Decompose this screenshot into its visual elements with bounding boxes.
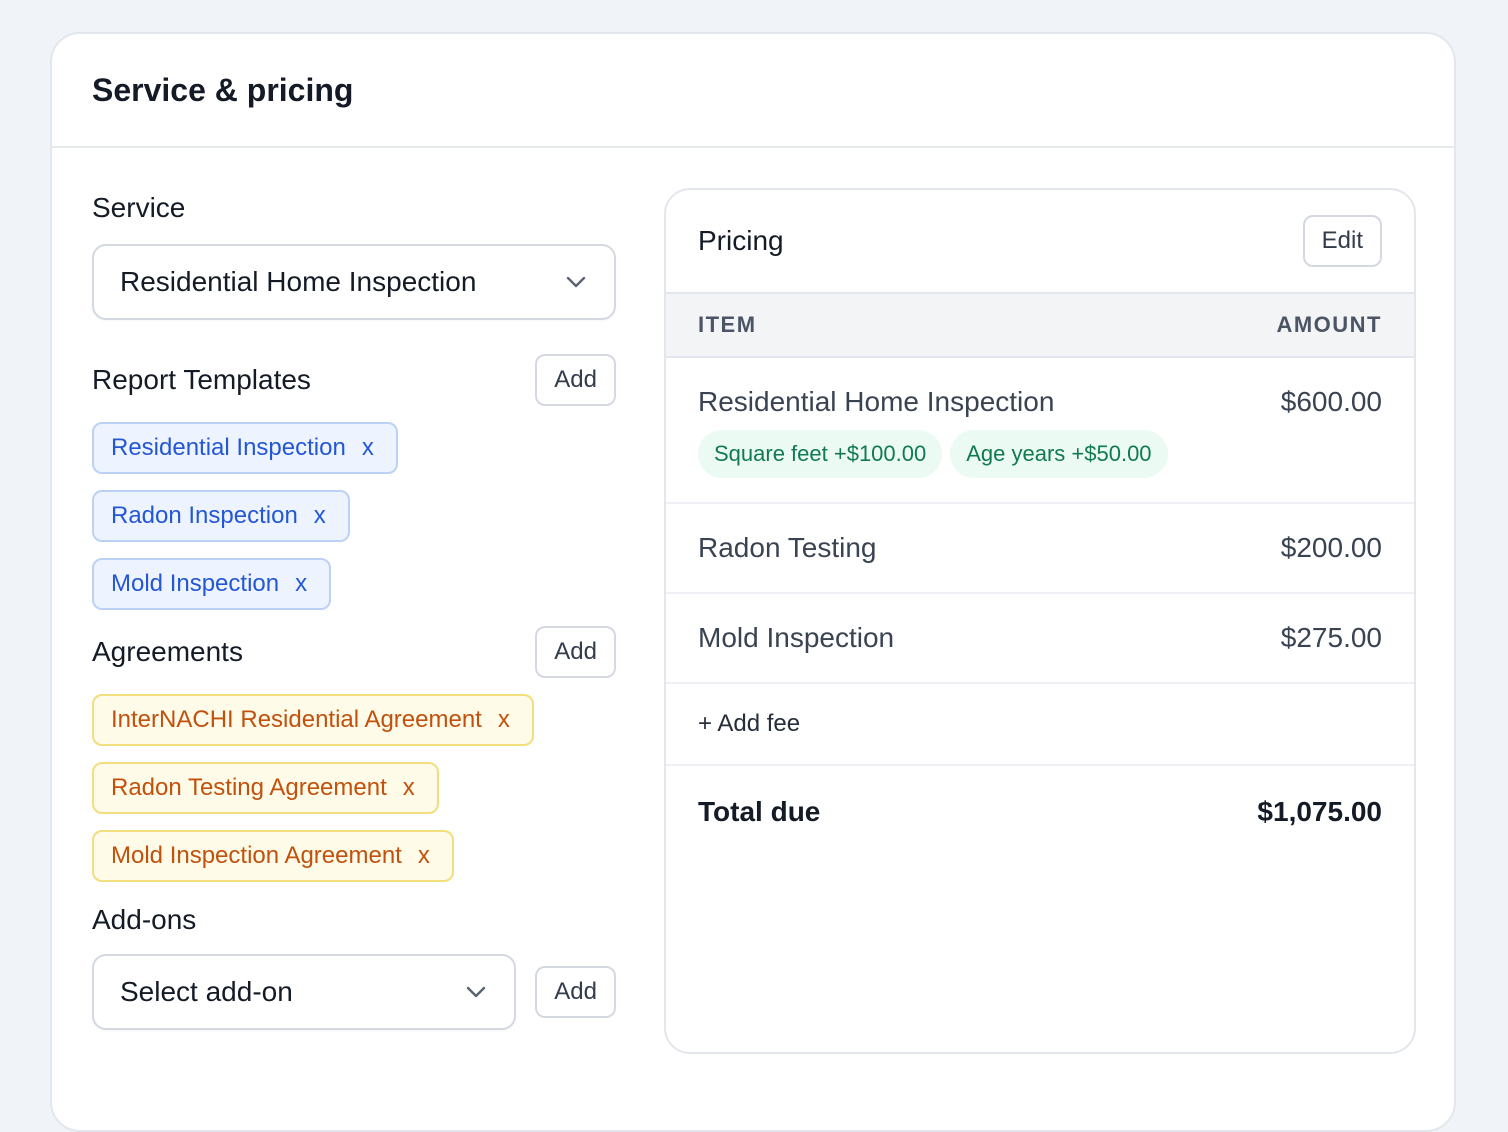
line-item-name: Mold Inspection: [698, 622, 895, 653]
addons-label: Add-ons: [92, 904, 197, 935]
pricing-panel: Pricing Edit ITEM AMOUNT Residential Hom…: [664, 188, 1416, 1054]
total-amount: $1,075.00: [1257, 796, 1382, 827]
left-column: Service Residential Home Inspection Repo…: [92, 192, 616, 1030]
report-template-chip: Residential Inspection x: [92, 422, 398, 474]
table-row: Residential Home Inspection Square feet …: [666, 358, 1414, 504]
remove-x-icon[interactable]: x: [295, 570, 307, 598]
remove-x-icon[interactable]: x: [314, 502, 326, 530]
addons-row: Select add-on Add: [92, 954, 616, 1030]
add-report-template-button[interactable]: Add: [535, 354, 616, 406]
table-row: Radon Testing $200.00: [666, 504, 1414, 594]
agreements-label: Agreements: [92, 636, 243, 667]
addon-select-placeholder: Select add-on: [120, 976, 293, 1007]
chip-label: Residential Inspection: [111, 434, 346, 461]
report-template-chip: Mold Inspection x: [92, 558, 332, 610]
report-templates-header: Report Templates Add: [92, 354, 616, 406]
add-agreement-button[interactable]: Add: [535, 626, 616, 678]
page-title: Service & pricing: [92, 71, 354, 108]
service-label: Service: [92, 192, 186, 223]
add-addon-button[interactable]: Add: [535, 966, 616, 1018]
line-item-name: Residential Home Inspection: [698, 386, 1055, 417]
remove-x-icon[interactable]: x: [403, 774, 415, 802]
addon-select[interactable]: Select add-on: [92, 954, 516, 1030]
agreement-chip: Mold Inspection Agreement x: [92, 830, 454, 882]
chip-label: InterNACHI Residential Agreement: [111, 706, 482, 733]
service-select-value: Residential Home Inspection: [120, 266, 477, 297]
agreement-list: InterNACHI Residential Agreement x Radon…: [92, 694, 616, 882]
pricing-title: Pricing: [698, 225, 784, 256]
add-fee-button[interactable]: + Add fee: [698, 710, 800, 738]
chevron-down-icon: [566, 272, 586, 292]
agreement-chip: Radon Testing Agreement x: [92, 762, 439, 814]
pricing-header: Pricing Edit: [666, 190, 1414, 292]
total-label: Total due: [698, 796, 821, 827]
remove-x-icon[interactable]: x: [418, 842, 430, 870]
column-header-item: ITEM: [698, 312, 757, 337]
report-template-list: Residential Inspection x Radon Inspectio…: [92, 422, 616, 610]
chip-label: Radon Testing Agreement: [111, 774, 387, 801]
service-select[interactable]: Residential Home Inspection: [92, 244, 616, 320]
report-template-chip: Radon Inspection x: [92, 490, 350, 542]
agreements-header: Agreements Add: [92, 626, 616, 678]
table-row: Mold Inspection $275.00: [666, 594, 1414, 684]
modifier-chip: Age years +$50.00: [950, 430, 1168, 478]
remove-x-icon[interactable]: x: [362, 434, 374, 462]
line-item-amount: $275.00: [1280, 622, 1382, 653]
service-pricing-card: Service & pricing Service Residential Ho…: [50, 32, 1456, 1132]
chevron-down-icon: [466, 982, 486, 1002]
line-item-name: Radon Testing: [698, 532, 877, 563]
edit-pricing-button[interactable]: Edit: [1302, 215, 1382, 267]
line-item-info: Residential Home Inspection Square feet …: [698, 386, 1176, 502]
agreement-chip: InterNACHI Residential Agreement x: [92, 694, 534, 746]
line-item-amount: $600.00: [1280, 386, 1382, 417]
modifier-chip: Square feet +$100.00: [698, 430, 943, 478]
pricing-table-header: ITEM AMOUNT: [666, 292, 1414, 358]
chip-label: Mold Inspection: [111, 570, 280, 597]
report-templates-label: Report Templates: [92, 364, 311, 395]
chip-label: Radon Inspection: [111, 502, 298, 529]
card-header: Service & pricing: [52, 34, 1454, 148]
column-header-amount: AMOUNT: [1276, 312, 1382, 337]
line-item-amount: $200.00: [1280, 532, 1382, 563]
add-fee-row: + Add fee: [666, 684, 1414, 766]
chip-label: Mold Inspection Agreement: [111, 842, 402, 869]
total-row: Total due $1,075.00: [666, 766, 1414, 858]
remove-x-icon[interactable]: x: [498, 706, 510, 734]
modifier-list: Square feet +$100.00 Age years +$50.00: [698, 430, 1176, 478]
